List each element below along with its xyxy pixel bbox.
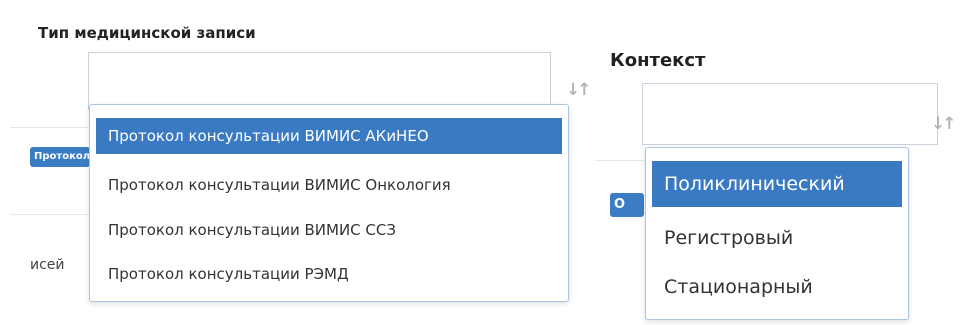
context-badge: О [610, 193, 644, 217]
dropdown-option-akineo[interactable]: Протокол консультации ВИМИС АКиНЕО [96, 118, 562, 154]
sort-icon[interactable]: ↓↑ [566, 80, 591, 100]
table-divider [10, 127, 90, 128]
context-dropdown: Поликлинический Регистровый Стационарный [645, 147, 909, 320]
sort-icon[interactable]: ↓↑ [931, 114, 956, 134]
records-count-text: исей [30, 257, 65, 273]
context-label: Контекст [610, 50, 706, 71]
dropdown-option-remd[interactable]: Протокол консультации РЭМД [96, 256, 562, 292]
medical-record-type-select[interactable] [88, 52, 551, 110]
medical-record-type-dropdown: Протокол консультации ВИМИС АКиНЕО Прото… [89, 104, 569, 302]
dropdown-option-polyclinic[interactable]: Поликлинический [652, 161, 902, 207]
dropdown-option-inpatient[interactable]: Стационарный [652, 264, 902, 310]
table-divider [10, 214, 90, 215]
record-type-badge: Протокол [30, 147, 90, 167]
dropdown-option-ssz[interactable]: Протокол консультации ВИМИС ССЗ [96, 212, 562, 248]
dropdown-option-oncology[interactable]: Протокол консультации ВИМИС Онкология [96, 167, 562, 203]
context-select[interactable] [642, 83, 938, 145]
dropdown-option-registry[interactable]: Регистровый [652, 215, 902, 261]
medical-record-type-label: Тип медицинской записи [38, 24, 256, 42]
